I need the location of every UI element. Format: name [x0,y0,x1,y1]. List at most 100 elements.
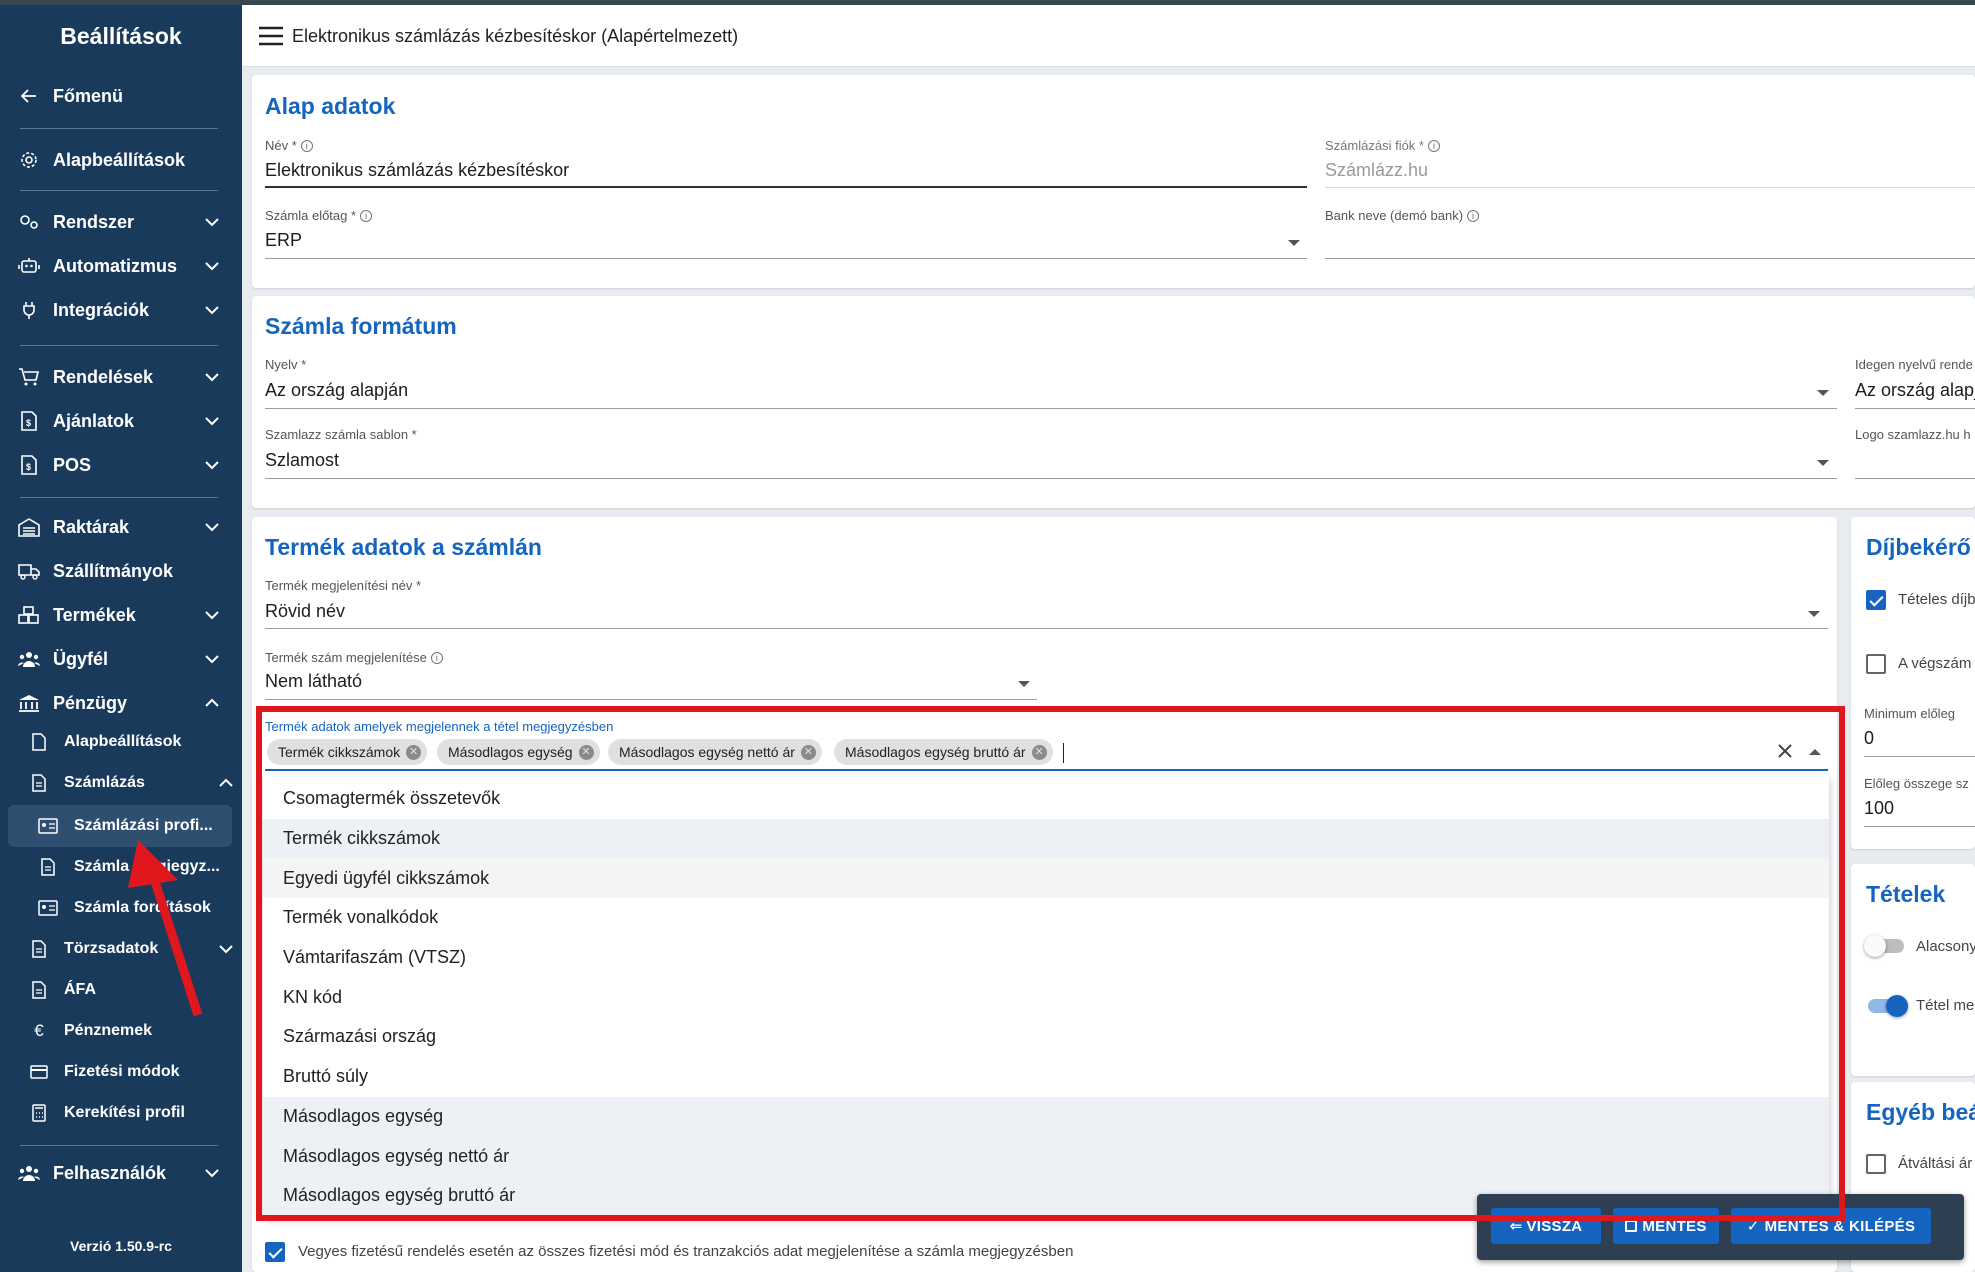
dropdown-option[interactable]: Bruttó súly [263,1057,1829,1097]
dropdown-arrow-up-icon[interactable] [1809,749,1821,755]
sidebar-sub-alapbeallitasok[interactable]: Alapbeállítások [30,724,230,760]
input-underline [1325,258,1975,259]
info-icon[interactable]: i [360,209,373,222]
sidebar-item-szallitmanyok[interactable]: Szállítmányok [18,551,224,591]
chip-remove-icon[interactable]: ✕ [1031,744,1047,760]
card-alap-adatok: Alap adatok [252,75,1975,288]
sidebar-sub-szamlazas[interactable]: Számlázás [30,765,233,801]
field-label: Nyelv * [265,357,307,372]
field-label: Számla előtag * i [265,208,373,223]
chip-remove-icon[interactable]: ✕ [406,744,422,760]
dropdown-option[interactable]: Vámtarifaszám (VTSZ) [263,938,1829,978]
input-underline [265,408,1837,409]
sidebar-item-pos[interactable]: $ POS [18,445,224,485]
back-button[interactable]: ⇐ VISSZA [1491,1208,1601,1244]
chip-termek-cikkszamok[interactable]: Termék cikkszámok ✕ [267,739,428,765]
field-label: Előleg összege sz [1864,776,1969,791]
button-label: MENTÉS & KILÉPÉS [1764,1217,1916,1235]
dropdown-option[interactable]: Másodlagos egység [263,1096,1829,1137]
page-header: Elektronikus számlázás kézbesítéskor (Al… [242,5,1975,67]
sidebar-item-penzugy[interactable]: Pénzügy [18,683,224,723]
vegszamla-checkbox[interactable] [1866,654,1886,674]
info-icon[interactable]: i [1427,139,1440,152]
sidebar-sub-szamla-megjegyzesek[interactable]: Számla megjegyz... [38,849,230,885]
dropdown-arrow-icon[interactable] [1288,240,1300,246]
dropdown-option[interactable]: Származási ország [263,1017,1829,1057]
svg-text:$: $ [26,418,31,428]
card-title: Díjbekérő [1866,534,1971,560]
bank-icon [18,692,40,714]
id-card-icon [38,816,58,836]
cart-icon [18,366,40,388]
sidebar-item-back[interactable]: Főmenü [18,76,224,116]
chevron-down-icon [205,523,219,532]
dropdown-option[interactable]: Termék vonalkódok [263,898,1829,938]
sidebar-item-rendszer[interactable]: Rendszer [18,202,224,242]
chip-label: Másodlagos egység bruttó ár [845,744,1026,760]
card-tetelek: Tételek [1851,864,1975,1076]
sidebar-sub-szamla-forditasok[interactable]: Számla fordítások [38,890,230,926]
sidebar-item-alapbeallitasok[interactable]: Alapbeállítások [18,140,224,180]
chip-remove-icon[interactable]: ✕ [800,744,816,760]
dropdown-option[interactable]: KN kód [263,977,1829,1017]
dropdown-option[interactable]: Egyedi ügyfél cikkszámok [263,858,1829,899]
input-underline [265,258,1307,259]
sidebar-sub-fizetesi-modok[interactable]: Fizetési módok [30,1054,230,1090]
sidebar-sub-penznemek[interactable]: € Pénznemek [30,1013,230,1049]
nev-input[interactable]: Elektronikus számlázás kézbesítéskor [265,160,1305,181]
chip-remove-icon[interactable]: ✕ [578,744,594,760]
dropdown-option[interactable]: Termék cikkszámok [263,818,1829,859]
vegyes-fizetes-checkbox[interactable] [265,1242,285,1262]
info-icon[interactable]: i [430,651,443,664]
sidebar-sub-szamlazasi-profilok[interactable]: Számlázási profi... [38,808,230,844]
sidebar-item-rendelesek[interactable]: Rendelések [18,357,224,397]
dropdown-arrow-icon[interactable] [1018,681,1030,687]
field-label: Termék szám megjelenítése i [265,650,443,665]
text-cursor[interactable] [1063,743,1064,763]
save-exit-button[interactable]: ✓ MENTÉS & KILÉPÉS [1731,1208,1931,1244]
sidebar-item-label: Szállítmányok [53,560,174,581]
chip-masodlagos-egyseg-netto-ar[interactable]: Másodlagos egység nettó ár ✕ [608,739,822,765]
input-underline [265,628,1828,629]
sidebar-item-raktarak[interactable]: Raktárak [18,507,224,547]
field-label: Minimum előleg [1864,706,1956,721]
tetel-toggle-knob[interactable] [1886,995,1908,1017]
sidebar-item-termekek[interactable]: Termékek [18,595,224,635]
sidebar-item-integraciok[interactable]: Integrációk [18,290,224,330]
atvaltasi-checkbox[interactable] [1866,1154,1886,1174]
dropdown-arrow-icon[interactable] [1817,460,1829,466]
input-underline [265,699,1037,700]
sidebar-item-felhasznalok[interactable]: Felhasználók [18,1153,224,1193]
alacsony-toggle-knob[interactable] [1864,935,1886,957]
clear-icon[interactable] [1776,742,1794,760]
button-label: VISSZA [1526,1217,1583,1235]
dropdown-option[interactable]: Csomagtermék összetevők [263,779,1829,819]
megjelenitesi-nev-select[interactable]: Rövid név [265,601,1765,622]
sidebar-item-ajanlatok[interactable]: $ Ajánlatok [18,401,224,441]
input-underline [1864,826,1975,827]
sidebar-sub-afa[interactable]: ÁFA [30,972,230,1008]
hamburger-menu-icon[interactable] [258,25,284,47]
nyelv-select[interactable]: Az ország alapján [265,380,1765,401]
dropdown-arrow-icon[interactable] [1808,611,1820,617]
chevron-down-icon [205,655,219,664]
chip-masodlagos-egyseg-brutto-ar[interactable]: Másodlagos egység bruttó ár ✕ [834,739,1053,765]
termek-szam-select[interactable]: Nem látható [265,671,965,692]
sidebar-item-ugyfel[interactable]: Ügyfél [18,639,224,679]
sablon-select[interactable]: Szlamost [265,450,1765,471]
info-icon[interactable]: i [1467,209,1480,222]
teteles-dijbekero-checkbox[interactable] [1866,590,1886,610]
eloleg-osszege-input[interactable]: 100 [1864,798,1974,819]
info-icon[interactable]: i [300,139,313,152]
chip-masodlagos-egyseg[interactable]: Másodlagos egység ✕ [437,739,600,765]
sidebar-sub-kerekitesi-profil[interactable]: Kerekítési profil [30,1095,230,1131]
dropdown-option[interactable]: Másodlagos egység nettó ár [263,1136,1829,1176]
save-button[interactable]: MENTÉS [1613,1208,1719,1244]
sidebar-sub-torzsadatok[interactable]: Törzsadatok [30,931,233,967]
idegen-nyelv-select[interactable]: Az ország alapj [1855,380,1975,401]
sidebar-item-automatizmus[interactable]: Automatizmus [18,246,224,286]
szamlazasi-fiok-field: Számlázz.hu [1325,160,1429,180]
dropdown-arrow-icon[interactable] [1817,390,1829,396]
szamla-elotag-select[interactable]: ERP [265,230,1265,251]
min-eloleg-input[interactable]: 0 [1864,728,1974,749]
